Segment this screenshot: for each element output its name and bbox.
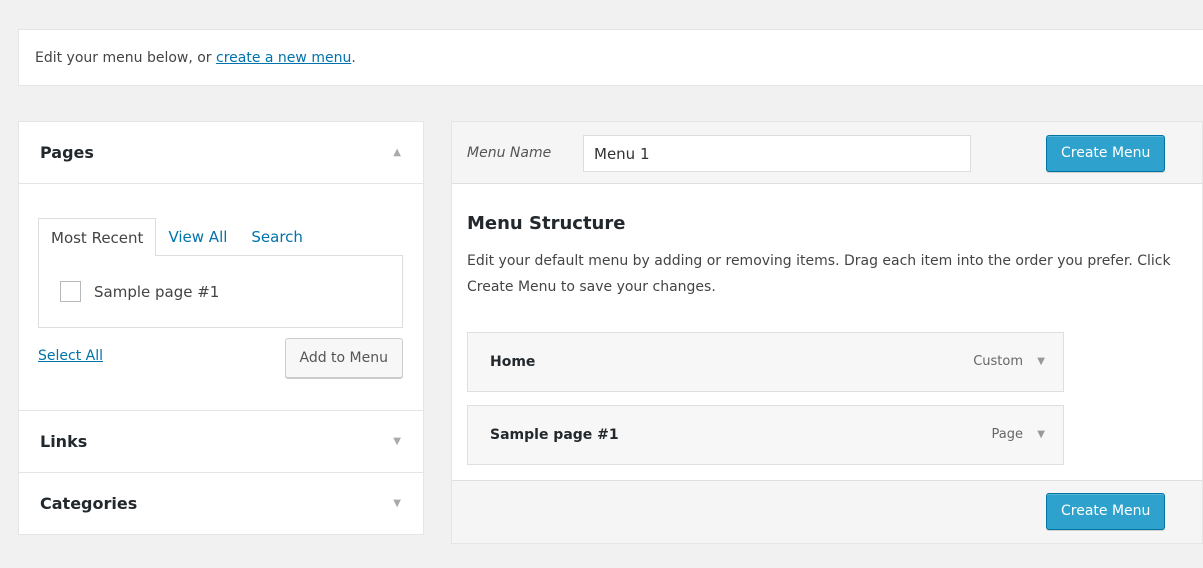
- expand-arrow-icon[interactable]: ▼: [393, 411, 401, 473]
- pages-tabs: Most Recent View All Search: [38, 218, 403, 256]
- pages-section-header[interactable]: Pages ▲: [19, 122, 423, 184]
- create-menu-button-top[interactable]: Create Menu: [1046, 135, 1166, 172]
- create-menu-button-bottom[interactable]: Create Menu: [1046, 493, 1166, 530]
- menu-items-sidebar: Pages ▲ Most Recent View All Search Samp…: [18, 121, 424, 535]
- menu-item-sample-page[interactable]: Sample page #1 Page ▼: [467, 405, 1064, 465]
- page-item-label[interactable]: Sample page #1: [94, 283, 219, 301]
- tab-search[interactable]: Search: [239, 218, 315, 256]
- menu-item-label: Home: [490, 354, 536, 370]
- menu-editor-panel: Menu Name Create Menu Menu Structure Edi…: [451, 121, 1203, 544]
- pages-list: Sample page #1: [38, 255, 403, 328]
- menu-structure-description: Edit your default menu by adding or remo…: [467, 253, 1171, 295]
- pages-section-title: Pages: [40, 143, 94, 162]
- create-new-menu-link[interactable]: create a new menu: [216, 50, 351, 66]
- menu-item-label: Sample page #1: [490, 427, 619, 443]
- notice-text: Edit your menu below, or: [35, 50, 217, 66]
- menu-structure-title: Menu Structure: [467, 213, 626, 234]
- tab-view-all[interactable]: View All: [156, 218, 239, 256]
- categories-section-title: Categories: [40, 494, 138, 513]
- menu-item-home[interactable]: Home Custom ▼: [467, 332, 1064, 392]
- menu-name-input[interactable]: [583, 135, 971, 172]
- notice-bar: Edit your menu below, or create a new me…: [18, 29, 1203, 86]
- categories-section-header[interactable]: Categories ▼: [19, 473, 423, 535]
- select-all-link[interactable]: Select All: [38, 348, 103, 364]
- menu-footer: Create Menu: [452, 480, 1202, 543]
- menu-item-type: Page: [991, 427, 1023, 442]
- pages-actions: Select All Add to Menu: [38, 338, 403, 378]
- menu-structure-body: Menu Structure Edit your default menu by…: [452, 184, 1202, 482]
- menu-header: Menu Name Create Menu: [452, 122, 1202, 184]
- menu-name-label: Menu Name: [467, 145, 552, 161]
- links-section-title: Links: [40, 432, 88, 451]
- tab-most-recent[interactable]: Most Recent: [38, 218, 157, 256]
- menu-item-type: Custom: [973, 354, 1023, 369]
- pages-section-body: Most Recent View All Search Sample page …: [19, 184, 423, 411]
- notice-suffix: .: [351, 50, 356, 66]
- expand-arrow-icon[interactable]: ▼: [393, 473, 401, 535]
- add-to-menu-button[interactable]: Add to Menu: [284, 338, 403, 378]
- expand-arrow-icon[interactable]: ▼: [1037, 406, 1045, 464]
- expand-arrow-icon[interactable]: ▼: [1037, 333, 1045, 391]
- links-section-header[interactable]: Links ▼: [19, 411, 423, 473]
- collapse-arrow-icon[interactable]: ▲: [393, 122, 401, 184]
- page-checkbox[interactable]: [60, 281, 81, 302]
